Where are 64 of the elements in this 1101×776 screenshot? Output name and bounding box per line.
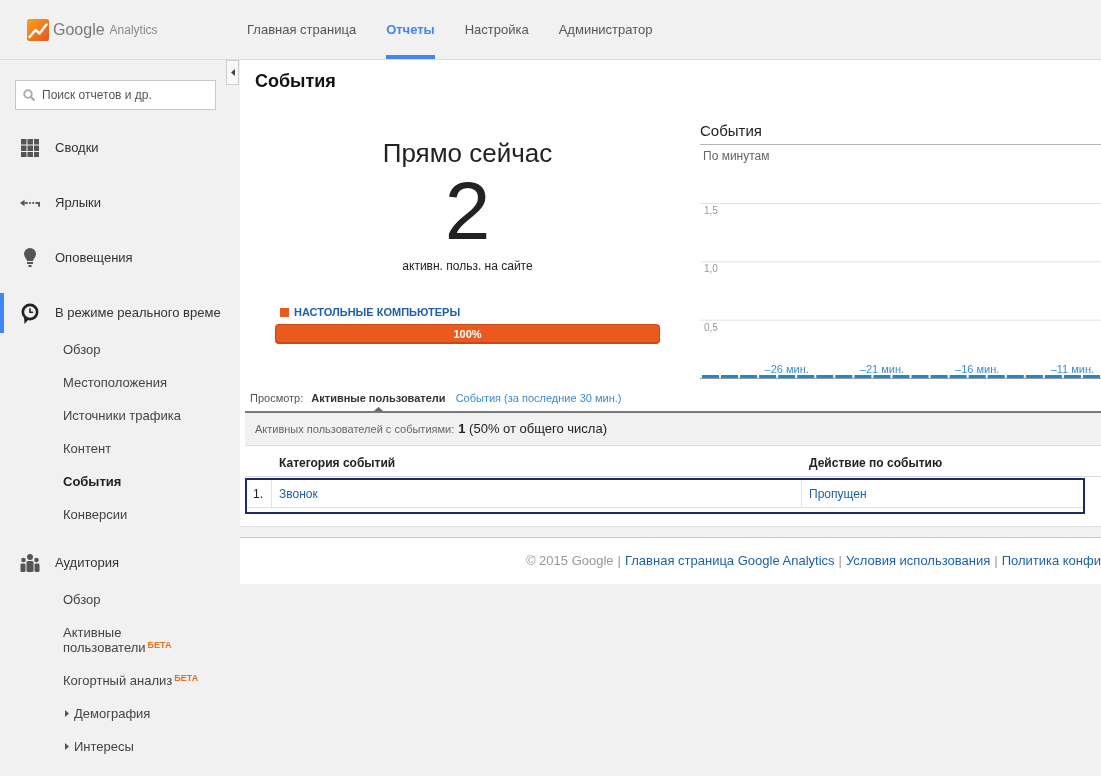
view-label: Просмотр: [250, 391, 304, 405]
legend-label: НАСТОЛЬНЫЕ КОМПЬЮТЕРЫ [294, 305, 461, 319]
y-axis-label: 1,0 [704, 263, 718, 275]
caret-icon [230, 69, 235, 76]
summary-label: Активных пользователей с событиями: [255, 421, 455, 437]
people-icon [20, 554, 40, 572]
y-axis-label: 1,5 [704, 205, 718, 216]
footer-separator: | [838, 552, 842, 571]
beta-label: БЕТА [174, 673, 199, 683]
nav-tab[interactable]: Администратор [558, 0, 653, 59]
x-axis-label: –16 мин. [955, 363, 1000, 375]
chart-bar [701, 375, 719, 378]
copyright-text: © 2015 Google [525, 552, 614, 571]
search-field[interactable]: Поиск отчетов и др. [15, 80, 216, 110]
active-user-count: 2 [444, 170, 491, 252]
sidebar-item[interactable]: Ярлыки [0, 183, 240, 223]
collapse-button[interactable] [226, 60, 239, 85]
sidebar-subitem[interactable]: Обзор [0, 583, 240, 616]
row-number: 1. [253, 485, 263, 503]
column-header: Категория событий [279, 455, 396, 470]
logo-wordmark: Google [53, 19, 105, 40]
footer-link[interactable]: Политика конфи [1001, 551, 1101, 571]
view-tab[interactable]: События (за последние 30 мин.) [455, 391, 622, 405]
sidebar-subitem[interactable]: Контент [0, 432, 240, 465]
dotted-arrow-icon [20, 199, 40, 207]
x-axis-label: –21 мин. [859, 363, 905, 375]
column-header: Действие по событию [809, 455, 943, 470]
summary-value: 1 (50% от общего числа) [458, 420, 607, 439]
nav-tab[interactable]: Настройка [464, 0, 529, 59]
realtime-heading: Прямо сейчас [382, 138, 553, 168]
page-title: События [254, 70, 337, 92]
sidebar-subitem[interactable]: Конверсии [0, 498, 240, 531]
footer-link[interactable]: Главная страница Google Analytics [624, 551, 835, 571]
sidebar-subitem[interactable]: Обзор [0, 333, 240, 366]
sidebar-subitem[interactable]: Источники трафика [0, 399, 240, 432]
active-users-caption: активн. польз. на сайте [402, 258, 533, 274]
sidebar-item[interactable]: Оповещения [0, 238, 240, 278]
footer-separator: | [617, 552, 621, 571]
grid-icon [20, 138, 40, 158]
sidebar-subitem[interactable]: Местоположения [0, 366, 240, 399]
clock-icon [21, 302, 39, 324]
pointer-icon [373, 407, 383, 411]
footer-link[interactable]: Условия использования [845, 551, 991, 571]
table-cell-link[interactable]: Звонок [279, 484, 318, 503]
sidebar-subitem[interactable]: Демография [0, 697, 240, 730]
view-tab[interactable]: Активные пользователи [311, 391, 446, 411]
x-axis-label: –26 мин. [764, 363, 809, 375]
table-cell-link[interactable]: Пропущен [809, 484, 867, 503]
sidebar-item[interactable]: Сводки [0, 128, 240, 168]
x-axis-label: –11 мин. [1050, 363, 1095, 375]
search-icon [23, 89, 35, 101]
logo-product-name: Analytics [109, 21, 158, 38]
nav-tab[interactable]: Главная страница [247, 0, 357, 59]
chart-title: События [700, 122, 1101, 145]
sidebar-subitem[interactable]: События [0, 465, 240, 498]
y-axis-label: 0,5 [704, 321, 718, 333]
lightbulb-icon [24, 248, 36, 268]
footer-separator: | [994, 552, 998, 571]
beta-label: БЕТА [147, 640, 172, 650]
sidebar-subitem[interactable]: Интересы [0, 730, 240, 763]
device-share-value: 100% [453, 327, 482, 341]
chart-subtitle: По минутам [702, 149, 770, 163]
chart-logo-icon [27, 18, 49, 41]
sidebar-item[interactable]: Аудитория [0, 543, 240, 583]
